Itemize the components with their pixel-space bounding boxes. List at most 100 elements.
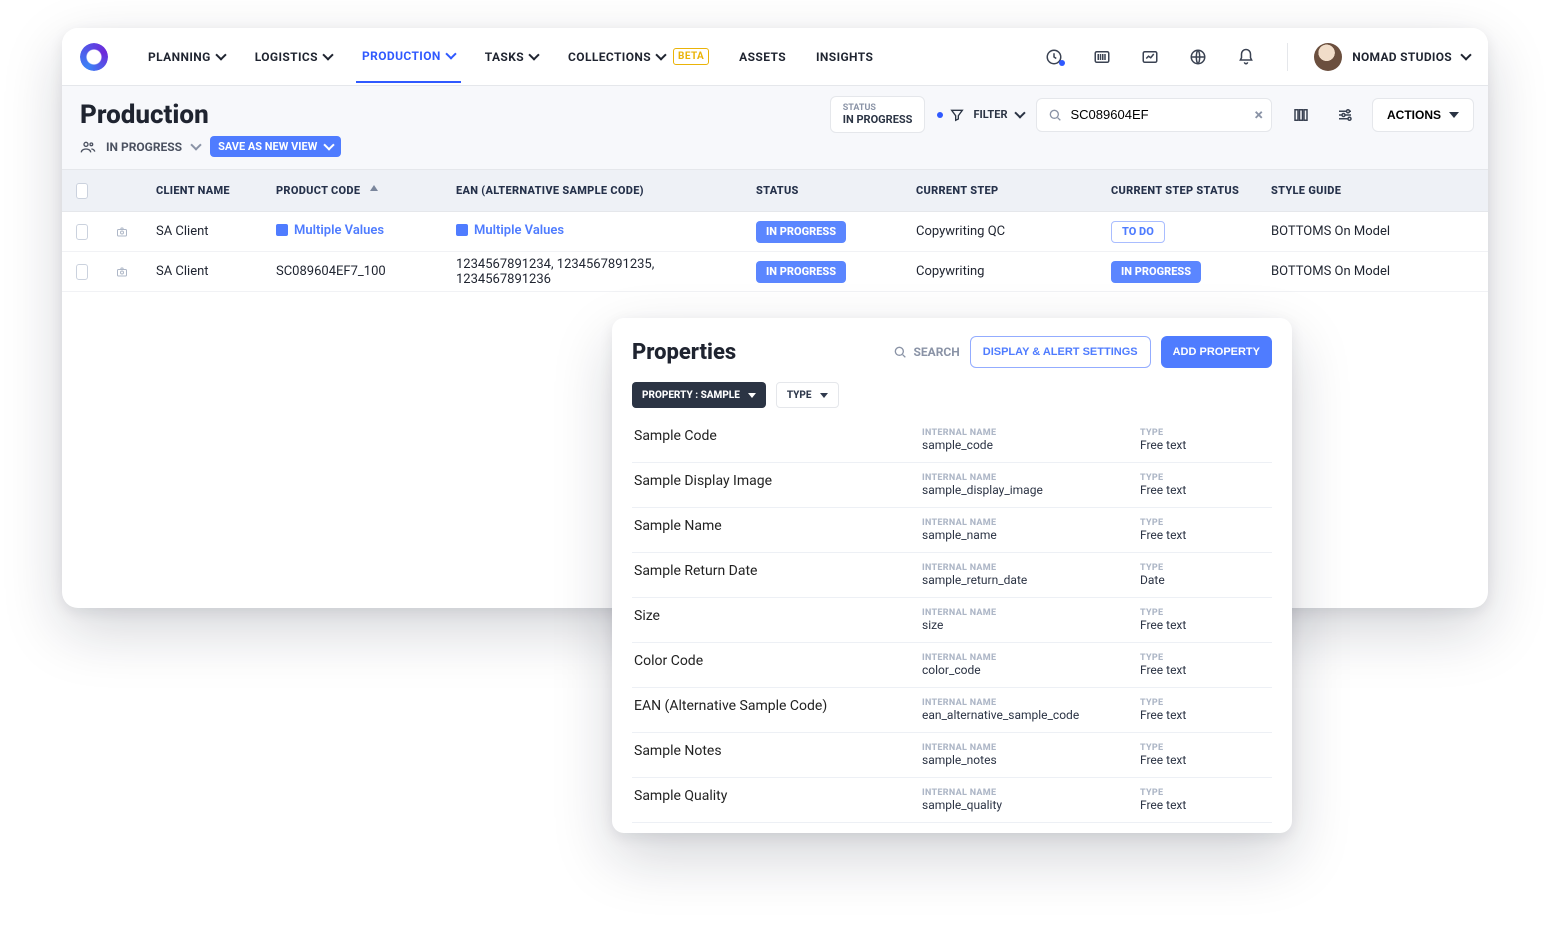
property-internal: INTERNAL NAME sample_code bbox=[922, 428, 1122, 452]
properties-panel: Properties SEARCH DISPLAY & ALERT SETTIN… bbox=[612, 318, 1292, 833]
chevron-down-icon bbox=[322, 49, 333, 60]
property-internal: INTERNAL NAME sample_name bbox=[922, 518, 1122, 542]
property-type: TYPE Date bbox=[1140, 563, 1270, 587]
account-name: NOMAD STUDIOS bbox=[1352, 50, 1452, 64]
divider bbox=[1287, 43, 1288, 71]
nav-tasks[interactable]: TASKS bbox=[479, 32, 544, 82]
cell-product: Multiple Values bbox=[262, 223, 442, 241]
sort-asc-icon bbox=[369, 184, 379, 197]
camera-icon bbox=[116, 264, 128, 280]
search-input[interactable]: × bbox=[1036, 98, 1273, 132]
property-name: Size bbox=[634, 608, 904, 624]
globe-icon[interactable] bbox=[1183, 42, 1213, 72]
property-row[interactable]: EAN (Alternative Sample Code) INTERNAL N… bbox=[632, 688, 1272, 733]
display-alert-settings-button[interactable]: DISPLAY & ALERT SETTINGS bbox=[970, 336, 1151, 368]
property-name: Sample Notes bbox=[634, 743, 904, 759]
property-type: TYPE Free text bbox=[1140, 518, 1270, 542]
property-name: EAN (Alternative Sample Code) bbox=[634, 698, 904, 714]
property-row[interactable]: Sample Code INTERNAL NAME sample_code TY… bbox=[632, 418, 1272, 463]
cube-icon bbox=[276, 224, 288, 236]
property-filter-chip[interactable]: PROPERTY : SAMPLE bbox=[632, 382, 766, 408]
property-type: TYPE Free text bbox=[1140, 608, 1270, 632]
cell-current-step: Copywriting QC bbox=[902, 224, 1097, 239]
row-checkbox[interactable] bbox=[76, 224, 88, 240]
view-label[interactable]: IN PROGRESS bbox=[106, 140, 182, 154]
select-all-checkbox[interactable] bbox=[76, 183, 88, 199]
panel-search[interactable]: SEARCH bbox=[892, 344, 960, 360]
property-row[interactable]: Sample Name INTERNAL NAME sample_name TY… bbox=[632, 508, 1272, 553]
chevron-down-icon bbox=[1460, 49, 1471, 60]
property-name: Sample Quality bbox=[634, 788, 904, 804]
properties-list: Sample Code INTERNAL NAME sample_code TY… bbox=[632, 418, 1272, 823]
property-row[interactable]: Sample Return Date INTERNAL NAME sample_… bbox=[632, 553, 1272, 598]
save-view-button[interactable]: SAVE AS NEW VIEW bbox=[210, 136, 341, 157]
col-status[interactable]: STATUS bbox=[742, 184, 902, 197]
property-row[interactable]: Sample Display Image INTERNAL NAME sampl… bbox=[632, 463, 1272, 508]
property-internal: INTERNAL NAME sample_display_image bbox=[922, 473, 1122, 497]
cell-current-step-status: TO DO bbox=[1097, 221, 1257, 243]
cell-current-step-status: IN PROGRESS bbox=[1097, 261, 1257, 283]
columns-icon[interactable] bbox=[1286, 100, 1316, 130]
clear-search-button[interactable]: × bbox=[1255, 105, 1264, 124]
nav-production[interactable]: PRODUCTION bbox=[356, 31, 461, 83]
property-row[interactable]: Size INTERNAL NAME size TYPE Free text bbox=[632, 598, 1272, 643]
col-current-step-status[interactable]: CURRENT STEP STATUS bbox=[1097, 184, 1257, 197]
property-type: TYPE Free text bbox=[1140, 743, 1270, 767]
cell-client: SA Client bbox=[142, 264, 262, 279]
add-property-button[interactable]: ADD PROPERTY bbox=[1161, 336, 1272, 368]
cell-client: SA Client bbox=[142, 224, 262, 239]
cell-style-guide: BOTTOMS On Model bbox=[1257, 264, 1488, 279]
cell-product: SC089604EF7_100 bbox=[262, 264, 442, 279]
caret-down-icon bbox=[748, 393, 756, 398]
col-ean[interactable]: EAN (ALTERNATIVE SAMPLE CODE) bbox=[442, 184, 742, 197]
account-menu[interactable]: NOMAD STUDIOS bbox=[1314, 43, 1470, 71]
step-status-badge: TO DO bbox=[1111, 221, 1165, 243]
nav-logistics[interactable]: LOGISTICS bbox=[249, 32, 338, 82]
people-icon bbox=[80, 139, 96, 155]
cell-status: IN PROGRESS bbox=[742, 221, 902, 243]
row-checkbox[interactable] bbox=[76, 264, 88, 280]
status-chip-label: STATUS bbox=[843, 103, 913, 113]
cube-icon bbox=[456, 224, 468, 236]
bell-icon[interactable] bbox=[1231, 42, 1261, 72]
caret-down-icon bbox=[1449, 112, 1459, 118]
multiple-values-link[interactable]: Multiple Values bbox=[456, 223, 564, 238]
chevron-down-icon bbox=[215, 49, 226, 60]
cell-style-guide: BOTTOMS On Model bbox=[1257, 224, 1488, 239]
step-status-badge: IN PROGRESS bbox=[1111, 261, 1201, 283]
col-client[interactable]: CLIENT NAME bbox=[142, 184, 262, 197]
status-chip-value: IN PROGRESS bbox=[843, 113, 913, 126]
main-nav: PLANNING LOGISTICS PRODUCTION TASKS COLLECTI… bbox=[142, 30, 879, 83]
property-row[interactable]: Color Code INTERNAL NAME color_code TYPE… bbox=[632, 643, 1272, 688]
property-row[interactable]: Sample Notes INTERNAL NAME sample_notes … bbox=[632, 733, 1272, 778]
barcode-icon[interactable] bbox=[1087, 42, 1117, 72]
nav-insights[interactable]: INSIGHTS bbox=[810, 32, 879, 82]
type-filter-chip[interactable]: TYPE bbox=[776, 382, 839, 408]
sliders-icon[interactable] bbox=[1330, 100, 1360, 130]
multiple-values-link[interactable]: Multiple Values bbox=[276, 223, 384, 238]
panel-title: Properties bbox=[632, 340, 882, 365]
chart-icon[interactable] bbox=[1135, 42, 1165, 72]
col-style-guide[interactable]: STYLE GUIDE bbox=[1257, 184, 1488, 197]
cell-ean: 1234567891234, 1234567891235, 1234567891… bbox=[442, 257, 742, 287]
actions-button[interactable]: ACTIONS bbox=[1372, 98, 1474, 132]
data-table: CLIENT NAME PRODUCT CODE EAN (ALTERNATIV… bbox=[62, 170, 1488, 292]
status-chip[interactable]: STATUS IN PROGRESS bbox=[830, 96, 926, 133]
chevron-down-icon bbox=[190, 139, 201, 150]
search-field[interactable] bbox=[1069, 106, 1249, 123]
property-name: Sample Display Image bbox=[634, 473, 904, 489]
chevron-down-icon bbox=[445, 48, 456, 59]
col-product[interactable]: PRODUCT CODE bbox=[262, 184, 442, 198]
table-row[interactable]: SA Client Multiple Values Multiple Value… bbox=[62, 212, 1488, 252]
property-internal: INTERNAL NAME ean_alternative_sample_cod… bbox=[922, 698, 1122, 722]
nav-collections[interactable]: COLLECTIONSBETA bbox=[562, 30, 715, 83]
nav-assets[interactable]: ASSETS bbox=[733, 32, 792, 82]
property-row[interactable]: Sample Quality INTERNAL NAME sample_qual… bbox=[632, 778, 1272, 823]
col-current-step[interactable]: CURRENT STEP bbox=[902, 184, 1097, 197]
chevron-down-icon bbox=[324, 139, 335, 150]
cell-ean: Multiple Values bbox=[442, 223, 742, 241]
table-row[interactable]: SA Client SC089604EF7_100 1234567891234,… bbox=[62, 252, 1488, 292]
filter-button[interactable]: FILTER bbox=[937, 107, 1023, 123]
nav-planning[interactable]: PLANNING bbox=[142, 32, 231, 82]
alerts-icon[interactable] bbox=[1039, 42, 1069, 72]
